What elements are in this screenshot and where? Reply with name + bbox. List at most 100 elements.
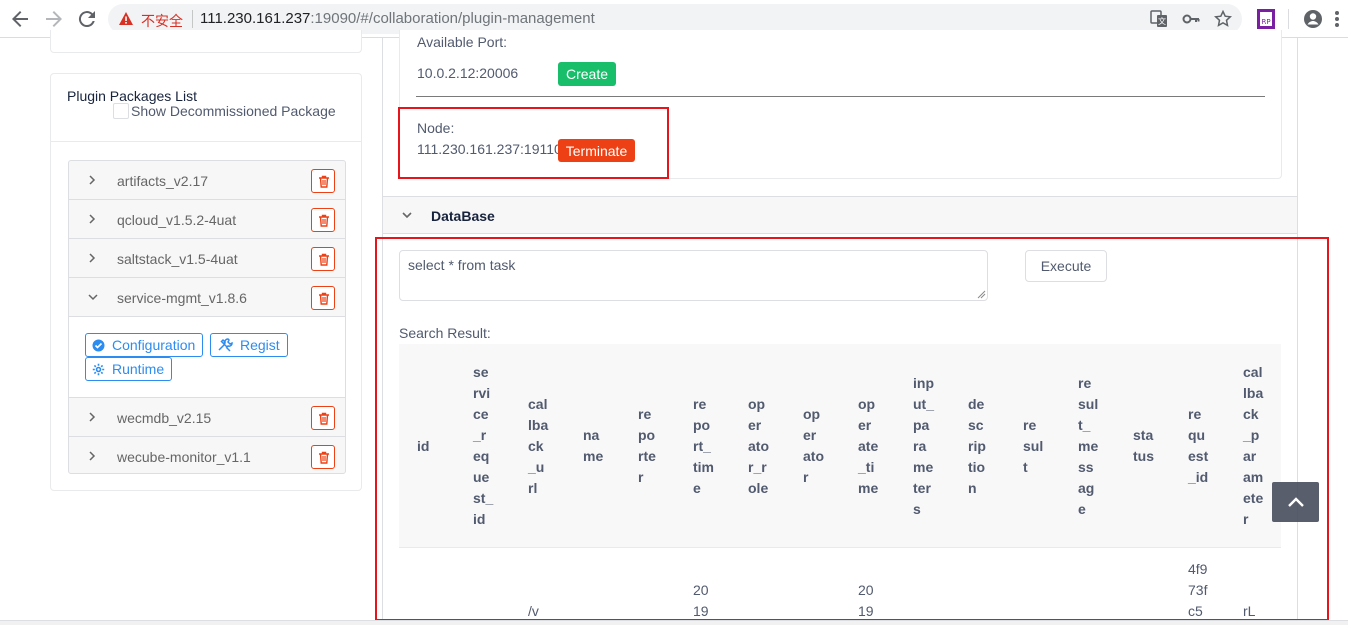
execute-button[interactable]: Execute [1025, 250, 1107, 282]
delete-package-button[interactable] [311, 286, 335, 310]
delete-package-button[interactable] [311, 208, 335, 232]
divider [416, 96, 1265, 97]
trash-icon [319, 451, 329, 464]
node-value: 111.230.161.237:19110 [417, 141, 562, 157]
column-header-description: description [968, 344, 989, 548]
previous-card-bottom [50, 30, 362, 53]
configuration-label: Configuration [112, 337, 196, 353]
column-header-text: id [417, 437, 430, 454]
package-name: artifacts_v2.17 [117, 173, 209, 189]
column-header-text: input_parameters [913, 374, 934, 517]
chevron-right-icon [89, 412, 96, 422]
package-name: wecube-monitor_v1.1 [117, 449, 251, 465]
tools-icon [218, 338, 233, 352]
runtime-button[interactable]: Runtime [85, 357, 173, 381]
cell-request-id: 4f973fc5 [1188, 561, 1208, 619]
trash-icon [319, 412, 329, 425]
package-name: service-mgmt_v1.8.6 [117, 290, 247, 306]
column-header-operate-time: operate_time [858, 344, 879, 548]
trash-icon [319, 175, 329, 188]
show-decommissioned-label: Show Decommissioned Package [131, 103, 336, 119]
column-header-callback-parameter: callback_parameter [1243, 344, 1264, 548]
column-header-text: operator_role [748, 395, 769, 496]
column-header-text: reporter [638, 406, 656, 485]
column-header-text: service_request_id [473, 364, 494, 527]
table-header: id service_request_id callback_url name … [399, 344, 1281, 548]
back-to-top-button[interactable] [1272, 482, 1319, 522]
trash-icon [319, 253, 329, 266]
create-button[interactable]: Create [558, 62, 616, 86]
column-header-request-id: request_id [1188, 344, 1209, 548]
toolbar-divider [1288, 9, 1289, 29]
configuration-button[interactable]: Configuration [85, 333, 204, 357]
runtime-label: Runtime [112, 361, 165, 377]
delete-package-button[interactable] [311, 445, 335, 469]
regist-button[interactable]: Regist [210, 333, 288, 357]
key-icon[interactable] [1182, 10, 1200, 28]
bookmark-star-icon[interactable] [1214, 10, 1232, 28]
warning-icon [119, 12, 133, 25]
show-decommissioned-checkbox[interactable] [113, 103, 129, 119]
plugin-packages-title: Plugin Packages List [67, 88, 197, 104]
column-header-text: result_message [1078, 374, 1099, 517]
url-host: 111.230.161.237 [200, 10, 311, 27]
show-decommissioned-toggle[interactable]: Show Decommissioned Package [113, 103, 336, 119]
available-port-value: 10.0.2.12:20006 [417, 65, 519, 81]
column-header-text: request_id [1188, 406, 1209, 485]
column-header-text: report_time [693, 395, 714, 496]
column-header-text: result [1023, 416, 1044, 475]
plugin-packages-header: Plugin Packages List Show Decommissioned… [51, 74, 361, 142]
security-status[interactable]: 不安全 [141, 11, 183, 31]
column-header-text: callback_parameter [1243, 364, 1264, 527]
package-row-wecube-monitor[interactable]: wecube-monitor_v1.1 [69, 437, 345, 476]
cell-callback-parameter: rL [1243, 603, 1256, 619]
package-row-saltstack[interactable]: saltstack_v1.5-4uat [69, 239, 345, 278]
url-text[interactable]: 111.230.161.237:19090/#/collaboration/pl… [200, 10, 595, 27]
browser-menu-icon[interactable] [1334, 9, 1340, 29]
regist-label: Regist [240, 337, 280, 353]
column-header-report-time: report_time [693, 344, 714, 548]
delete-package-button[interactable] [311, 169, 335, 193]
cell-callback-url: /v [528, 603, 539, 619]
chevron-up-icon [1287, 496, 1304, 507]
column-header-operator: operator [803, 344, 824, 548]
chevron-right-icon [89, 451, 96, 461]
back-arrow-icon[interactable] [8, 7, 32, 31]
chevron-right-icon [89, 175, 96, 185]
check-circle-icon [92, 339, 105, 351]
terminate-button[interactable]: Terminate [558, 139, 635, 162]
sql-query-input[interactable]: select * from task [399, 250, 988, 301]
database-section-header[interactable]: DataBase [383, 196, 1297, 234]
delete-package-button[interactable] [311, 247, 335, 271]
package-expanded-panel: Configuration Regist Runtime [69, 317, 345, 398]
translate-icon[interactable]: 文 [1150, 10, 1168, 28]
gear-icon [92, 363, 105, 375]
column-header-result-message: result_message [1078, 344, 1099, 548]
package-row-qcloud[interactable]: qcloud_v1.5.2-4uat [69, 200, 345, 239]
column-header-name: name [583, 344, 604, 548]
package-name: qcloud_v1.5.2-4uat [117, 212, 237, 228]
search-result-label: Search Result: [399, 325, 491, 341]
trash-icon [319, 214, 329, 227]
extension-rp-icon[interactable]: RP [1257, 9, 1275, 29]
package-row-service-mgmt[interactable]: service-mgmt_v1.8.6 [69, 278, 345, 317]
profile-avatar-icon[interactable] [1303, 9, 1323, 29]
chevron-right-icon [89, 214, 96, 224]
column-header-text: callback_url [528, 395, 549, 496]
forward-arrow-icon[interactable] [42, 7, 66, 31]
url-divider [192, 10, 193, 28]
column-header-result: result [1023, 344, 1044, 548]
reload-icon[interactable] [75, 7, 99, 31]
chevron-right-icon [89, 253, 96, 263]
plugin-package-list: artifacts_v2.17 qcloud_v1.5.2-4uat salts… [68, 160, 346, 474]
package-row-artifacts[interactable]: artifacts_v2.17 [69, 161, 345, 200]
column-header-id: id [417, 344, 437, 548]
delete-package-button[interactable] [311, 406, 335, 430]
package-name: saltstack_v1.5-4uat [117, 251, 238, 267]
chevron-down-icon [88, 294, 98, 301]
resize-grip-icon[interactable] [977, 290, 986, 299]
package-name: wecmdb_v2.15 [117, 410, 212, 426]
package-row-wecmdb[interactable]: wecmdb_v2.15 [69, 398, 345, 437]
node-label: Node: [417, 120, 455, 136]
cell-report-time: 2019 [693, 582, 709, 619]
